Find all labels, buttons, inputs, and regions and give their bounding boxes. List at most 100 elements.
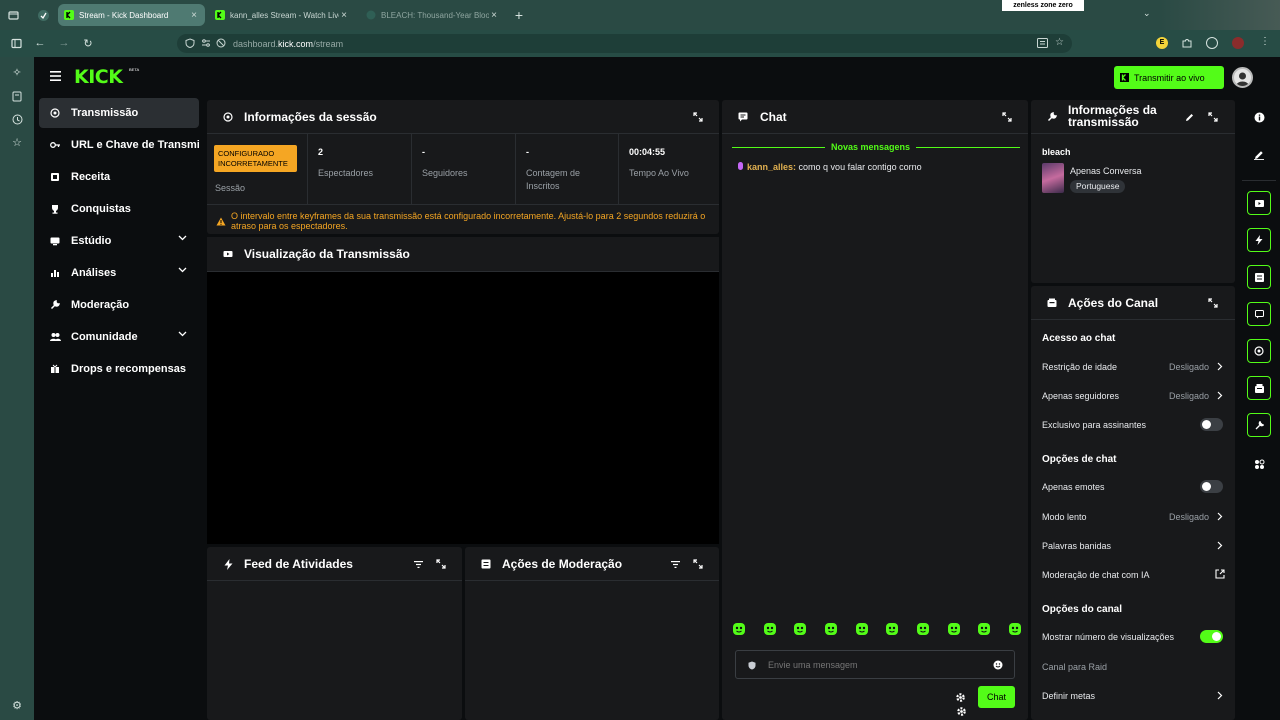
filter-icon[interactable]	[412, 558, 424, 570]
close-tab-icon[interactable]: ×	[339, 10, 349, 21]
emote-icon[interactable]	[947, 622, 961, 636]
kick-logo[interactable]: KICK	[74, 66, 123, 88]
subscribers-only-toggle[interactable]	[1200, 418, 1223, 431]
bookmarks-icon[interactable]	[10, 89, 24, 103]
beta-badge: BETA	[129, 67, 140, 72]
rail-channel-button[interactable]	[1247, 376, 1271, 400]
info-icon[interactable]	[1253, 111, 1265, 123]
raid-channel-row[interactable]: Canal para Raid	[1031, 654, 1235, 680]
expand-icon[interactable]	[435, 558, 447, 570]
banned-words-row[interactable]: Palavras banidas	[1031, 533, 1235, 559]
apps-icon[interactable]	[1253, 458, 1265, 470]
chat-settings-icon[interactable]	[955, 692, 966, 703]
send-chat-button[interactable]: Chat	[978, 686, 1015, 708]
emote-icon[interactable]	[763, 622, 777, 636]
sidebar-item-moderacao[interactable]: Moderação	[39, 290, 199, 320]
chevron-down-icon[interactable]	[178, 267, 187, 273]
emote-icon[interactable]	[732, 622, 746, 636]
menu-more-icon[interactable]: ⋮	[1260, 36, 1270, 47]
rail-settings-button[interactable]	[1247, 413, 1271, 437]
ai-sparkle-icon[interactable]: ✧	[10, 65, 24, 79]
settings-gear-icon[interactable]: ⚙	[10, 698, 24, 712]
emote-icon[interactable]	[793, 622, 807, 636]
settings-gear-icon[interactable]	[955, 705, 967, 717]
emotes-only-toggle[interactable]	[1200, 480, 1223, 493]
extension-puzzle-icon[interactable]	[1181, 37, 1193, 49]
reader-mode-icon[interactable]	[1037, 38, 1048, 48]
whatsapp-icon[interactable]	[1206, 37, 1218, 49]
chevron-down-icon[interactable]	[178, 331, 187, 337]
security-icon[interactable]	[185, 38, 195, 48]
go-live-button[interactable]: Transmitir ao vivo	[1114, 66, 1224, 89]
tracking-protection-icon[interactable]	[216, 38, 226, 48]
chat-message[interactable]: kann_alles: como q vou falar contigo cor…	[737, 162, 922, 172]
rail-chat-button[interactable]	[1247, 302, 1271, 326]
expand-icon[interactable]	[1001, 111, 1013, 123]
user-avatar[interactable]	[1232, 67, 1253, 88]
divider	[207, 580, 462, 581]
sidebar-item-estudio[interactable]: Estúdio	[39, 226, 199, 256]
extension-shield-icon[interactable]	[1232, 37, 1244, 49]
channel-options-title: Opções do canal	[1042, 604, 1123, 615]
close-tab-icon[interactable]: ×	[489, 10, 499, 21]
filter-icon[interactable]	[669, 558, 681, 570]
sidebar-item-label: Transmissão	[71, 107, 139, 119]
reload-icon[interactable]: ↻	[81, 36, 95, 50]
expand-icon[interactable]	[1207, 111, 1219, 123]
url-path: /stream	[313, 38, 344, 49]
edit-pencil-icon[interactable]	[1253, 149, 1265, 161]
emote-icon[interactable]	[916, 622, 930, 636]
emote-icon[interactable]	[1008, 622, 1022, 636]
sidebar-item-receita[interactable]: Receita	[39, 162, 199, 192]
chevron-down-icon[interactable]: ⌄	[1143, 8, 1151, 19]
category-name[interactable]: Apenas Conversa	[1070, 166, 1142, 176]
chat-message-input[interactable]	[768, 657, 978, 672]
close-tab-icon[interactable]: ×	[189, 10, 199, 21]
rail-session-button[interactable]	[1247, 339, 1271, 363]
rail-list-button[interactable]	[1247, 265, 1271, 289]
set-goals-row[interactable]: Definir metas	[1031, 683, 1235, 709]
tab-actions-icon[interactable]	[6, 8, 20, 22]
url-field[interactable]: dashboard. kick.com/stream ☆	[177, 34, 1072, 53]
new-tab-icon[interactable]: +	[512, 7, 526, 23]
expand-icon[interactable]	[1207, 297, 1219, 309]
sidebar-item-conquistas[interactable]: Conquistas	[39, 194, 199, 224]
sidebar-item-url-chave[interactable]: URL e Chave de Transmissão	[39, 130, 199, 160]
age-restriction-row[interactable]: Restrição de idade Desligado	[1031, 354, 1235, 380]
emote-icon[interactable]	[855, 622, 869, 636]
rail-activity-button[interactable]	[1247, 228, 1271, 252]
emoji-icon[interactable]	[992, 659, 1004, 671]
edit-pencil-icon[interactable]	[1183, 111, 1195, 123]
favorites-star-icon[interactable]: ☆	[10, 135, 24, 149]
chat-username[interactable]: kann_alles:	[747, 162, 796, 172]
sidebar-toggle-icon[interactable]	[9, 36, 23, 50]
sidebar-item-analises[interactable]: Análises	[39, 258, 199, 288]
tab-bleach[interactable]: BLEACH: Thousand-Year Blood ×	[360, 4, 505, 26]
bookmark-star-icon[interactable]: ☆	[1055, 37, 1064, 48]
emote-icon[interactable]	[885, 622, 899, 636]
emote-icon[interactable]	[824, 622, 838, 636]
workspace-icon[interactable]	[36, 8, 50, 22]
expand-icon[interactable]	[692, 111, 704, 123]
sidebar-item-transmissao[interactable]: Transmissão	[39, 98, 199, 128]
hamburger-menu-icon[interactable]	[50, 71, 61, 81]
expand-icon[interactable]	[692, 558, 704, 570]
tab-kann-alles-stream[interactable]: kann_alles Stream - Watch Live ×	[209, 4, 355, 26]
extension-e-icon[interactable]: E	[1156, 37, 1168, 49]
chat-input[interactable]	[735, 650, 1015, 679]
back-icon[interactable]: ←	[33, 36, 47, 50]
chevron-down-icon[interactable]	[178, 235, 187, 241]
sidebar-item-drops[interactable]: Drops e recompensas	[39, 354, 199, 384]
show-views-toggle[interactable]	[1200, 630, 1223, 643]
stream-preview-video[interactable]	[207, 272, 719, 544]
site-settings-icon[interactable]	[201, 38, 211, 48]
ai-moderation-row[interactable]: Moderação de chat com IA	[1031, 562, 1235, 588]
sidebar-item-comunidade[interactable]: Comunidade	[39, 322, 199, 352]
history-icon[interactable]	[10, 112, 24, 126]
tab-kick-dashboard[interactable]: Stream - Kick Dashboard ×	[58, 4, 205, 26]
forward-icon[interactable]: →	[57, 36, 71, 50]
rail-video-button[interactable]	[1247, 191, 1271, 215]
followers-only-row[interactable]: Apenas seguidores Desligado	[1031, 383, 1235, 409]
emote-icon[interactable]	[977, 622, 991, 636]
slow-mode-row[interactable]: Modo lento Desligado	[1031, 504, 1235, 530]
